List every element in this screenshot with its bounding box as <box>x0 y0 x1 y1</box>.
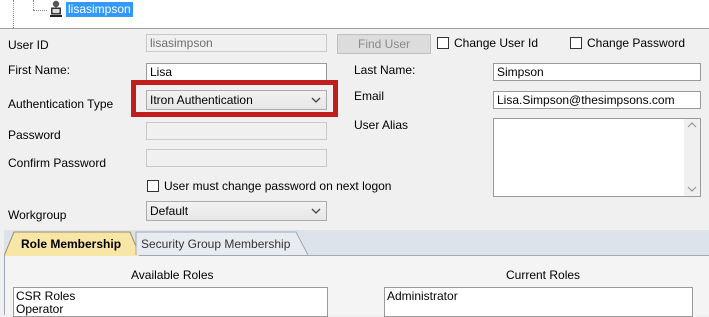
user-alias-textarea[interactable] <box>493 118 701 197</box>
tree-item-selected-user[interactable]: lisasimpson <box>66 2 133 17</box>
textarea-scrollbar[interactable] <box>684 119 700 196</box>
email-field[interactable]: Lisa.Simpson@thesimpsons.com <box>493 91 701 109</box>
tab-role-membership[interactable]: Role Membership <box>21 237 121 251</box>
must-change-password-label: User must change password on next logon <box>164 179 392 193</box>
tab-role-membership-label: Role Membership <box>21 237 122 251</box>
list-item[interactable]: Administrator <box>387 290 690 303</box>
password-label: Password <box>8 128 61 142</box>
scroll-up-icon[interactable] <box>687 121 697 129</box>
available-roles-list[interactable]: CSR Roles Operator <box>13 287 328 317</box>
tree-connector-line <box>13 0 15 28</box>
current-roles-title: Current Roles <box>506 268 581 282</box>
user-id-field[interactable]: lisasimpson <box>146 34 327 52</box>
find-user-button[interactable]: Find User <box>337 34 431 54</box>
tab-security-group-membership[interactable]: Security Group Membership <box>141 237 290 251</box>
auth-type-label: Authentication Type <box>8 97 114 111</box>
chevron-down-icon <box>310 202 322 220</box>
first-name-field[interactable]: Lisa <box>146 63 327 81</box>
must-change-password-checkbox[interactable] <box>147 180 159 192</box>
tree-connector-line <box>33 0 35 10</box>
change-password-checkbox[interactable] <box>570 37 582 49</box>
highlight-box <box>131 80 338 117</box>
confirm-password-label: Confirm Password <box>8 156 107 170</box>
change-user-id-checkbox[interactable] <box>437 37 449 49</box>
current-roles-list[interactable]: Administrator <box>384 287 693 317</box>
password-field[interactable] <box>146 122 327 140</box>
last-name-field[interactable]: Simpson <box>493 63 701 81</box>
user-id-label: User ID <box>8 38 49 52</box>
first-name-label: First Name: <box>8 63 71 77</box>
available-roles-title: Available Roles <box>131 268 214 282</box>
email-label: Email <box>354 89 385 103</box>
workgroup-dropdown[interactable]: Default <box>146 201 327 221</box>
scroll-down-icon[interactable] <box>687 185 697 193</box>
workgroup-label: Workgroup <box>8 208 67 222</box>
user-icon <box>48 0 64 18</box>
tree-connector-line <box>33 10 47 12</box>
find-user-label: Find User <box>357 37 410 51</box>
change-user-id-label: Change User Id <box>454 36 539 50</box>
list-item[interactable]: Operator <box>16 303 325 316</box>
confirm-password-field[interactable] <box>146 149 327 167</box>
last-name-label: Last Name: <box>354 63 416 77</box>
user-alias-label: User Alias <box>354 118 409 132</box>
workgroup-value: Default <box>150 204 189 218</box>
tree-item-label: lisasimpson <box>68 2 131 16</box>
change-password-label: Change Password <box>587 36 686 50</box>
tab-security-group-label: Security Group Membership <box>141 237 291 251</box>
